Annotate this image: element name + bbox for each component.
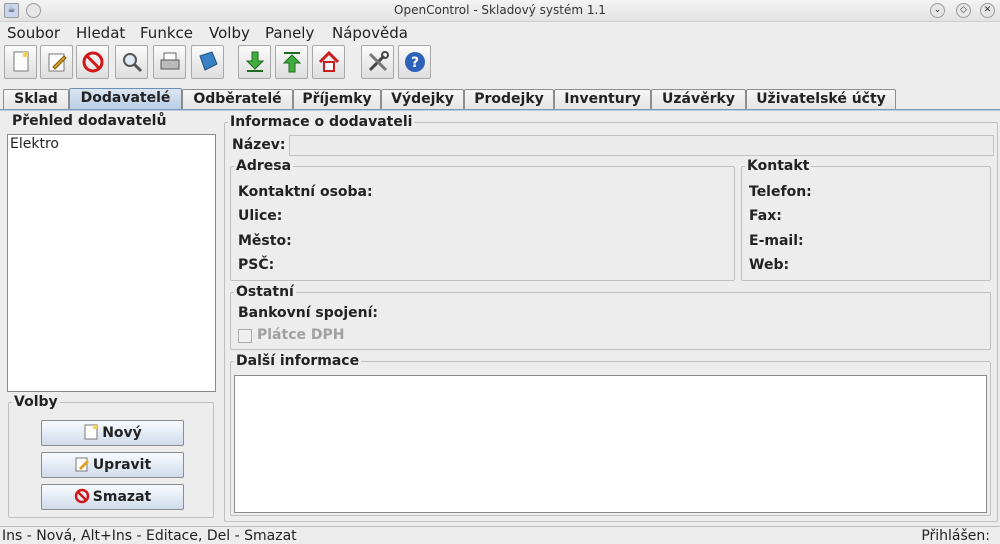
- zip-label: PSČ:: [238, 257, 275, 273]
- street-label: Ulice:: [238, 208, 283, 224]
- menu-soubor[interactable]: Soubor: [7, 24, 60, 42]
- tab-sklad[interactable]: Sklad: [3, 89, 69, 110]
- other-title: Ostatní: [234, 284, 296, 300]
- status-bar: Ins - Nová, Alt+Ins - Editace, Del - Sma…: [0, 526, 1000, 544]
- menu-panely[interactable]: Panely: [265, 24, 314, 42]
- window-title: OpenControl - Skladový systém 1.1: [394, 3, 606, 17]
- fax-label: Fax:: [749, 208, 782, 224]
- delete-button[interactable]: [76, 45, 109, 79]
- new-button[interactable]: Nový: [41, 420, 184, 446]
- book-button[interactable]: [191, 45, 224, 79]
- upload-icon: [282, 52, 302, 73]
- home-button[interactable]: [312, 45, 345, 79]
- list-item[interactable]: Elektro: [8, 135, 215, 153]
- stop-icon: [74, 488, 90, 504]
- contact-title: Kontakt: [745, 158, 812, 174]
- supplier-info-group: Informace o dodavateli Název: Adresa Kon…: [224, 114, 998, 522]
- more-info-textarea[interactable]: [234, 375, 987, 513]
- book-icon: [199, 51, 218, 71]
- help-icon: ?: [405, 52, 425, 72]
- contact-person-label: Kontaktní osoba:: [238, 184, 373, 200]
- name-label: Název:: [232, 137, 286, 153]
- export-button[interactable]: [275, 45, 308, 79]
- print-icon: [160, 52, 180, 70]
- tab-inventury[interactable]: Inventury: [554, 89, 651, 110]
- supplier-overview-panel: Přehled dodavatelů Elektro: [5, 113, 218, 393]
- minimize-icon[interactable]: ⌄: [930, 3, 945, 18]
- tab-dodavatele[interactable]: Dodavatelé: [69, 88, 182, 110]
- supplier-overview-title: Přehled dodavatelů: [10, 113, 169, 129]
- contact-group: Kontakt Telefon: Fax: E-mail: Web:: [741, 158, 991, 281]
- toolbar: ?: [0, 44, 1000, 86]
- more-info-group: Další informace: [230, 353, 991, 516]
- bank-label: Bankovní spojení:: [238, 305, 379, 321]
- other-group: Ostatní Bankovní spojení: Plátce DPH: [230, 284, 991, 350]
- title-bar: ☕ OpenControl - Skladový systém 1.1 ⌄ ◇ …: [0, 0, 1000, 22]
- settings-button[interactable]: [361, 45, 394, 79]
- close-icon[interactable]: ✕: [980, 3, 995, 18]
- tab-odberatele[interactable]: Odběratelé: [182, 89, 293, 110]
- menu-napoveda[interactable]: Nápověda: [332, 24, 408, 42]
- menu-funkce[interactable]: Funkce: [140, 24, 193, 42]
- tab-divider: [0, 109, 1000, 111]
- supplier-list[interactable]: Elektro: [7, 134, 216, 392]
- address-group: Adresa Kontaktní osoba: Ulice: Město: PS…: [230, 158, 735, 281]
- tab-bar: Sklad Dodavatelé Odběratelé Příjemky Výd…: [0, 88, 1000, 110]
- edit-supplier-button[interactable]: Upravit: [41, 452, 184, 478]
- help-button[interactable]: ?: [398, 45, 431, 79]
- edit-button[interactable]: [40, 45, 73, 79]
- supplier-info-title: Informace o dodavateli: [228, 114, 415, 130]
- download-icon: [245, 51, 265, 72]
- edit-icon: [75, 457, 89, 472]
- menu-hledat[interactable]: Hledat: [76, 24, 125, 42]
- email-label: E-mail:: [749, 233, 804, 249]
- more-info-title: Další informace: [234, 353, 362, 369]
- logged-in-label: Přihlášen:: [921, 528, 990, 544]
- search-button[interactable]: [115, 45, 148, 79]
- new-document-icon: [84, 424, 98, 440]
- edit-button-label: Upravit: [92, 457, 152, 473]
- svg-text:?: ?: [411, 55, 419, 71]
- delete-button-label: Smazat: [92, 489, 152, 505]
- status-hint: Ins - Nová, Alt+Ins - Editace, Del - Sma…: [2, 528, 297, 544]
- options-title: Volby: [12, 394, 60, 410]
- new-document-icon: [13, 51, 29, 72]
- tab-uzivatelske-ucty[interactable]: Uživatelské účty: [746, 89, 896, 110]
- address-title: Adresa: [234, 158, 294, 174]
- import-button[interactable]: [238, 45, 271, 79]
- phone-label: Telefon:: [749, 184, 812, 200]
- home-icon: [318, 50, 340, 72]
- maximize-icon[interactable]: ◇: [956, 3, 971, 18]
- tab-vydejky[interactable]: Výdejky: [381, 89, 464, 110]
- menu-volby[interactable]: Volby: [209, 24, 250, 42]
- delete-supplier-button[interactable]: Smazat: [41, 484, 184, 510]
- city-label: Město:: [238, 233, 292, 249]
- search-icon: [123, 53, 143, 73]
- edit-icon: [48, 53, 67, 72]
- menu-bar: Soubor Hledat Funkce Volby Panely Nápově…: [0, 22, 1000, 44]
- new-document-button[interactable]: [4, 45, 37, 79]
- tools-icon: [368, 51, 389, 72]
- web-label: Web:: [749, 257, 790, 273]
- options-group: Volby Nový Upravit Smazat: [8, 394, 214, 518]
- tab-uzaverky[interactable]: Uzávěrky: [651, 89, 746, 110]
- name-field[interactable]: [289, 135, 994, 156]
- vat-payer-label: Plátce DPH: [257, 327, 345, 343]
- stop-icon: [82, 51, 104, 73]
- new-button-label: Nový: [102, 425, 142, 441]
- vat-payer-checkbox[interactable]: [238, 329, 252, 343]
- tab-prodejky[interactable]: Prodejky: [464, 89, 554, 110]
- tab-prijemky[interactable]: Příjemky: [293, 89, 381, 110]
- print-button[interactable]: [153, 45, 186, 79]
